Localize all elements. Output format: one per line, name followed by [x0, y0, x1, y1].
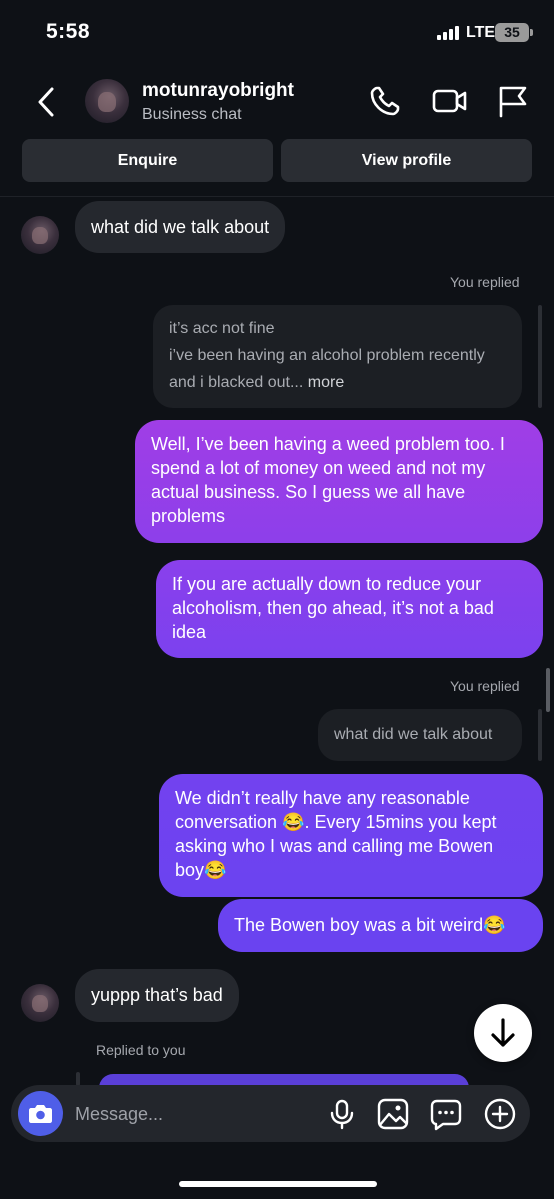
avatar[interactable] [85, 79, 129, 123]
incoming-message[interactable]: what did we talk about [75, 201, 286, 253]
status-time: 5:58 [46, 20, 91, 43]
quote-bar [538, 709, 542, 761]
quote-line: i’ve been having an alcohol problem rece… [169, 347, 485, 364]
quoted-message[interactable]: it’s acc not fine i’ve been having an al… [153, 305, 522, 408]
contact-subtitle: Business chat [142, 106, 242, 123]
camera-button[interactable] [18, 1091, 63, 1136]
status-bar: 5:58 LTE 35 [0, 0, 554, 66]
outgoing-message[interactable]: If you are actually down to reduce your … [156, 560, 543, 658]
you-replied-label: You replied [450, 678, 520, 694]
sticker-icon[interactable] [429, 1097, 463, 1131]
quote-line: it’s acc not fine [169, 320, 275, 337]
message-input[interactable] [75, 1101, 315, 1127]
chat-header: motunrayobright Business chat [0, 66, 554, 138]
contact-username[interactable]: motunrayobright [142, 80, 294, 102]
quote-line: and i blacked out... more [169, 374, 345, 391]
image-icon[interactable] [376, 1097, 410, 1131]
view-profile-button[interactable]: View profile [281, 139, 532, 182]
avatar[interactable] [21, 216, 59, 254]
outgoing-message[interactable]: We didn’t really have any reasonable con… [159, 774, 543, 897]
arrow-down-icon [491, 1018, 515, 1047]
quote-bar [76, 1072, 80, 1086]
mic-icon[interactable] [325, 1097, 359, 1131]
scroll-down-button[interactable] [474, 1004, 532, 1062]
phone-icon[interactable] [368, 84, 402, 118]
camera-icon [29, 1105, 52, 1123]
more-link[interactable]: more [308, 374, 344, 391]
back-icon[interactable] [34, 86, 62, 118]
network-label: LTE [466, 24, 496, 41]
battery-icon: 35 [495, 23, 529, 42]
video-icon[interactable] [432, 84, 467, 118]
signal-icon [437, 26, 461, 40]
replied-to-you-label: Replied to you [96, 1042, 186, 1058]
avatar[interactable] [21, 984, 59, 1022]
scrollbar[interactable] [546, 668, 550, 712]
quoted-message[interactable]: what did we talk about [318, 709, 522, 761]
header-divider [0, 196, 554, 197]
message-composer [11, 1085, 530, 1142]
home-indicator[interactable] [179, 1181, 377, 1187]
you-replied-label: You replied [450, 274, 520, 290]
battery-tip [530, 29, 533, 36]
outgoing-message[interactable]: The Bowen boy was a bit weird😂 [218, 899, 543, 952]
plus-icon[interactable] [483, 1097, 517, 1131]
enquire-button[interactable]: Enquire [22, 139, 273, 182]
outgoing-message[interactable]: Well, I’ve been having a weed problem to… [135, 420, 543, 543]
quote-bar [538, 305, 542, 408]
flag-icon[interactable] [496, 84, 530, 118]
incoming-message[interactable]: yuppp that’s bad [75, 969, 239, 1022]
